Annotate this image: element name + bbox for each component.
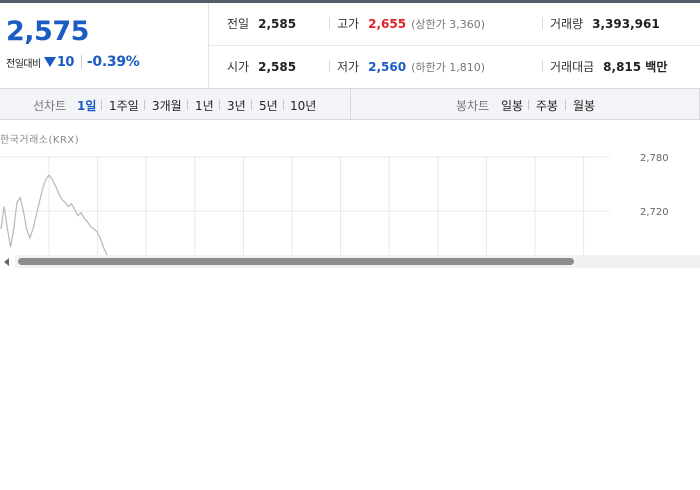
change-amount: 10 [56, 54, 75, 70]
divider [565, 100, 566, 110]
stat-label: 전일 [227, 17, 250, 31]
stat-open: 시가 2,585 [227, 58, 296, 75]
stat-low: 저가 2,560 (하한가 1,810) [337, 58, 485, 75]
stat-value: 2,655 [368, 17, 407, 31]
price-chart: 2,7802,7202,660 [0, 153, 669, 255]
divider [542, 17, 543, 29]
chart-toolbar: 선차트 1일 1주일 3개월 1년 3년 5년 10년 봉차트 일봉 주봉 월봉 [0, 88, 700, 120]
period-3y-button[interactable]: 3년 [227, 97, 246, 114]
stat-label: 거래대금 [550, 60, 595, 74]
stat-label: 시가 [227, 60, 250, 74]
divider [329, 60, 330, 72]
stat-sub: (상한가 3,360) [411, 18, 485, 31]
divider [80, 55, 82, 69]
price-change: 전일대비 10 -0.39% [6, 54, 140, 70]
stock-stats: 전일 2,585 고가 2,655 (상한가 3,360) 거래량 3,393,… [209, 3, 700, 88]
compare-label: 전일대비 [6, 58, 41, 70]
period-3m-button[interactable]: 3개월 [152, 97, 182, 114]
y-tick-label: 2,780 [640, 153, 669, 164]
divider [144, 100, 145, 110]
scroll-thumb[interactable] [18, 258, 574, 265]
stat-value: 8,815 백만 [603, 60, 668, 74]
stat-label: 거래량 [550, 17, 584, 31]
price-summary: 2,575 전일대비 10 -0.39% [0, 3, 209, 88]
period-1y-button[interactable]: 1년 [195, 97, 214, 114]
candle-monthly-button[interactable]: 월봉 [573, 97, 595, 114]
stat-prev-close: 전일 2,585 [227, 15, 296, 32]
data-source: 한국거래소(KRX) [0, 135, 80, 146]
line-chart-label: 선차트 [33, 99, 67, 113]
price-line [0, 173, 109, 255]
y-tick-label: 2,720 [640, 207, 669, 218]
period-1d-button[interactable]: 1일 [77, 97, 96, 114]
stats-row: 시가 2,585 저가 2,560 (하한가 1,810) 거래대금 8,815… [209, 46, 700, 88]
divider [528, 100, 529, 110]
divider [219, 100, 220, 110]
period-1w-button[interactable]: 1주일 [109, 97, 139, 114]
line-chart-options: 선차트 1일 1주일 3개월 1년 3년 5년 10년 [0, 89, 351, 119]
stat-label: 고가 [337, 17, 360, 31]
stat-label: 저가 [337, 60, 360, 74]
period-5y-button[interactable]: 5년 [259, 97, 278, 114]
divider [101, 100, 102, 110]
change-percent: -0.39% [86, 54, 140, 70]
stat-value: 2,560 [368, 60, 407, 74]
period-10y-button[interactable]: 10년 [290, 97, 316, 114]
chart-scrollbar[interactable] [0, 255, 700, 268]
divider [283, 100, 284, 110]
stat-volume: 거래량 3,393,961 [550, 15, 660, 32]
divider [329, 17, 330, 29]
divider [187, 100, 188, 110]
stat-high: 고가 2,655 (상한가 3,360) [337, 15, 485, 32]
stat-sub: (하한가 1,810) [411, 61, 485, 74]
stat-value: 2,585 [258, 17, 297, 31]
triangle-down-icon [43, 57, 56, 67]
candle-weekly-button[interactable]: 주봉 [536, 97, 558, 114]
candle-daily-button[interactable]: 일봉 [501, 97, 523, 114]
divider [542, 60, 543, 72]
chevron-left-icon[interactable] [4, 258, 9, 266]
stat-value: 3,393,961 [592, 17, 660, 31]
candle-chart-label: 봉차트 [456, 99, 490, 113]
stats-row: 전일 2,585 고가 2,655 (상한가 3,360) 거래량 3,393,… [209, 3, 700, 46]
stat-value: 2,585 [258, 60, 297, 74]
stat-trade-value: 거래대금 8,815 백만 [550, 58, 667, 75]
current-price: 2,575 [6, 16, 89, 47]
divider [251, 100, 252, 110]
